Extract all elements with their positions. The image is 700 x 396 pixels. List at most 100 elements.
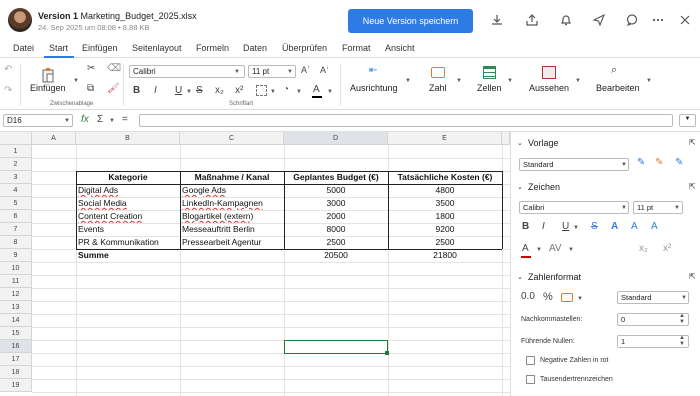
more-icon[interactable] (650, 12, 666, 28)
table-cell[interactable]: Pressearbeit Agentur (180, 236, 284, 249)
send-icon[interactable] (591, 12, 607, 28)
tab-format[interactable]: Format (342, 43, 371, 53)
styles-icon[interactable] (542, 66, 556, 79)
chevron-down-icon[interactable]: ▼ (646, 78, 652, 84)
chevron-down-icon[interactable]: ▼ (287, 69, 293, 75)
row-header[interactable]: 6 (0, 210, 32, 223)
bold-button[interactable]: B (133, 85, 140, 96)
chevron-down-icon[interactable]: ▼ (327, 89, 333, 95)
table-cell[interactable]: 4800 (388, 184, 502, 197)
chevron-down-icon[interactable]: ▼ (234, 69, 240, 75)
tab-daten[interactable]: Daten (243, 43, 267, 53)
percent-format-icon[interactable]: % (543, 291, 553, 303)
row-header[interactable]: 18 (0, 366, 32, 379)
stepper-arrows-icon[interactable]: ▲ ▼ (679, 313, 685, 325)
paste-icon[interactable] (41, 67, 55, 83)
table-header-cell[interactable]: Geplantes Budget (€) (284, 171, 388, 184)
decimal-format-icon[interactable]: 0.0 (521, 291, 535, 302)
table-cell[interactable]: 3500 (388, 197, 502, 210)
currency-format-icon[interactable] (561, 293, 573, 302)
chevron-down-icon[interactable]: ▼ (109, 118, 115, 124)
edit-button[interactable]: Bearbeiten (596, 83, 640, 93)
fill-handle[interactable] (385, 351, 389, 355)
row-header[interactable]: 3 (0, 171, 32, 184)
cut-icon[interactable]: ✂ (87, 63, 95, 74)
row-header[interactable]: 10 (0, 262, 32, 275)
column-header[interactable]: E (388, 132, 502, 145)
column-header[interactable]: C (180, 132, 284, 145)
subscript-button[interactable]: x₂ (215, 85, 224, 96)
panel-font-name-select[interactable]: Calibri (519, 201, 629, 214)
cells-icon[interactable] (483, 66, 496, 79)
chevron-down-icon[interactable]: ▼ (186, 89, 192, 95)
table-cell[interactable]: Google Ads (180, 184, 284, 197)
chevron-down-icon[interactable]: ▼ (621, 205, 627, 211)
strikethrough-button[interactable]: S (196, 85, 203, 96)
table-header-cell[interactable]: Tatsächliche Kosten (€) (388, 171, 502, 184)
row-header[interactable]: 4 (0, 184, 32, 197)
column-header[interactable]: A (32, 132, 76, 145)
table-cell[interactable]: 8000 (284, 223, 388, 236)
column-header[interactable] (502, 132, 510, 145)
expand-formula-icon[interactable]: ▼ (679, 114, 696, 127)
table-cell[interactable]: 3000 (284, 197, 388, 210)
row-header[interactable]: 9 (0, 249, 32, 262)
tab-start[interactable]: Start (49, 43, 68, 53)
style-section-title[interactable]: Vorlage (528, 138, 559, 148)
font-color-button[interactable]: A (313, 84, 320, 95)
row-header[interactable]: 7 (0, 223, 32, 236)
tab-einfuegen[interactable]: Einfügen (82, 43, 118, 53)
chevron-down-icon[interactable]: ⌄ (517, 139, 523, 147)
download-icon[interactable] (489, 12, 505, 28)
row-header[interactable]: 15 (0, 327, 32, 340)
sum-button[interactable]: Σ (97, 114, 103, 125)
chevron-down-icon[interactable]: ▼ (621, 162, 627, 168)
row-header[interactable]: 14 (0, 314, 32, 327)
alignment-icon[interactable]: ⇤ (369, 65, 377, 76)
chevron-down-icon[interactable]: ▼ (674, 205, 680, 211)
active-cell-selection[interactable] (284, 340, 388, 354)
row-header[interactable]: 16 (0, 340, 32, 353)
format-painter-icon[interactable]: 🖌 (107, 83, 120, 94)
save-new-version-button[interactable]: Neue Version speichern (348, 9, 473, 33)
panel-italic-button[interactable]: I (542, 221, 545, 232)
row-header[interactable]: 1 (0, 145, 32, 158)
chevron-down-icon[interactable]: ▼ (575, 78, 581, 84)
view-button[interactable]: Aussehen (529, 83, 569, 93)
redo-icon[interactable]: ↷ (4, 85, 12, 96)
chevron-down-icon[interactable]: ▼ (270, 89, 276, 95)
chevron-down-icon[interactable]: ▼ (681, 295, 687, 301)
emboss-text-icon[interactable]: A (651, 221, 658, 232)
table-cell[interactable]: Messeauftritt Berlin (180, 223, 284, 236)
chevron-down-icon[interactable]: ▼ (296, 89, 302, 95)
chevron-down-icon[interactable]: ⌄ (517, 273, 523, 281)
tab-ueberpruefen[interactable]: Überprüfen (282, 43, 327, 53)
total-label-cell[interactable]: Summe (76, 249, 180, 262)
character-spacing-icon[interactable]: AV (549, 243, 562, 254)
chevron-down-icon[interactable]: ▼ (64, 118, 70, 124)
clear-icon[interactable]: ⌫ (107, 63, 121, 74)
superscript-button[interactable]: x² (235, 85, 243, 96)
panel-bold-button[interactable]: B (522, 221, 529, 232)
copy-icon[interactable]: ⧉ (87, 83, 94, 94)
open-dialog-icon[interactable]: ⇱ (689, 182, 696, 191)
formula-input[interactable] (139, 114, 673, 127)
formula-equals-button[interactable]: = (122, 114, 128, 125)
paste-button[interactable]: Einfügen (30, 83, 66, 93)
total-budget-cell[interactable]: 20500 (284, 249, 388, 262)
table-cell[interactable]: 9200 (388, 223, 502, 236)
paste-dropdown-icon[interactable]: ▼ (73, 78, 79, 84)
spreadsheet-grid[interactable]: A B C D E 1 2 3 4 5 6 7 8 9 10 11 12 13 … (0, 132, 510, 396)
shrink-font-icon[interactable]: A↓ (320, 65, 329, 75)
panel-superscript-button[interactable]: x² (663, 243, 671, 254)
chevron-down-icon[interactable]: ▼ (573, 225, 579, 231)
row-header[interactable]: 19 (0, 379, 32, 392)
chevron-down-icon[interactable]: ⌄ (517, 183, 523, 191)
fill-format-icon[interactable]: ✎ (675, 157, 683, 168)
open-dialog-icon[interactable]: ⇱ (689, 272, 696, 281)
number-button[interactable]: Zahl (429, 83, 447, 93)
font-name-select[interactable]: Calibri (129, 65, 245, 78)
select-all-corner[interactable] (0, 132, 32, 145)
tab-ansicht[interactable]: Ansicht (385, 43, 415, 53)
total-cost-cell[interactable]: 21800 (388, 249, 502, 262)
